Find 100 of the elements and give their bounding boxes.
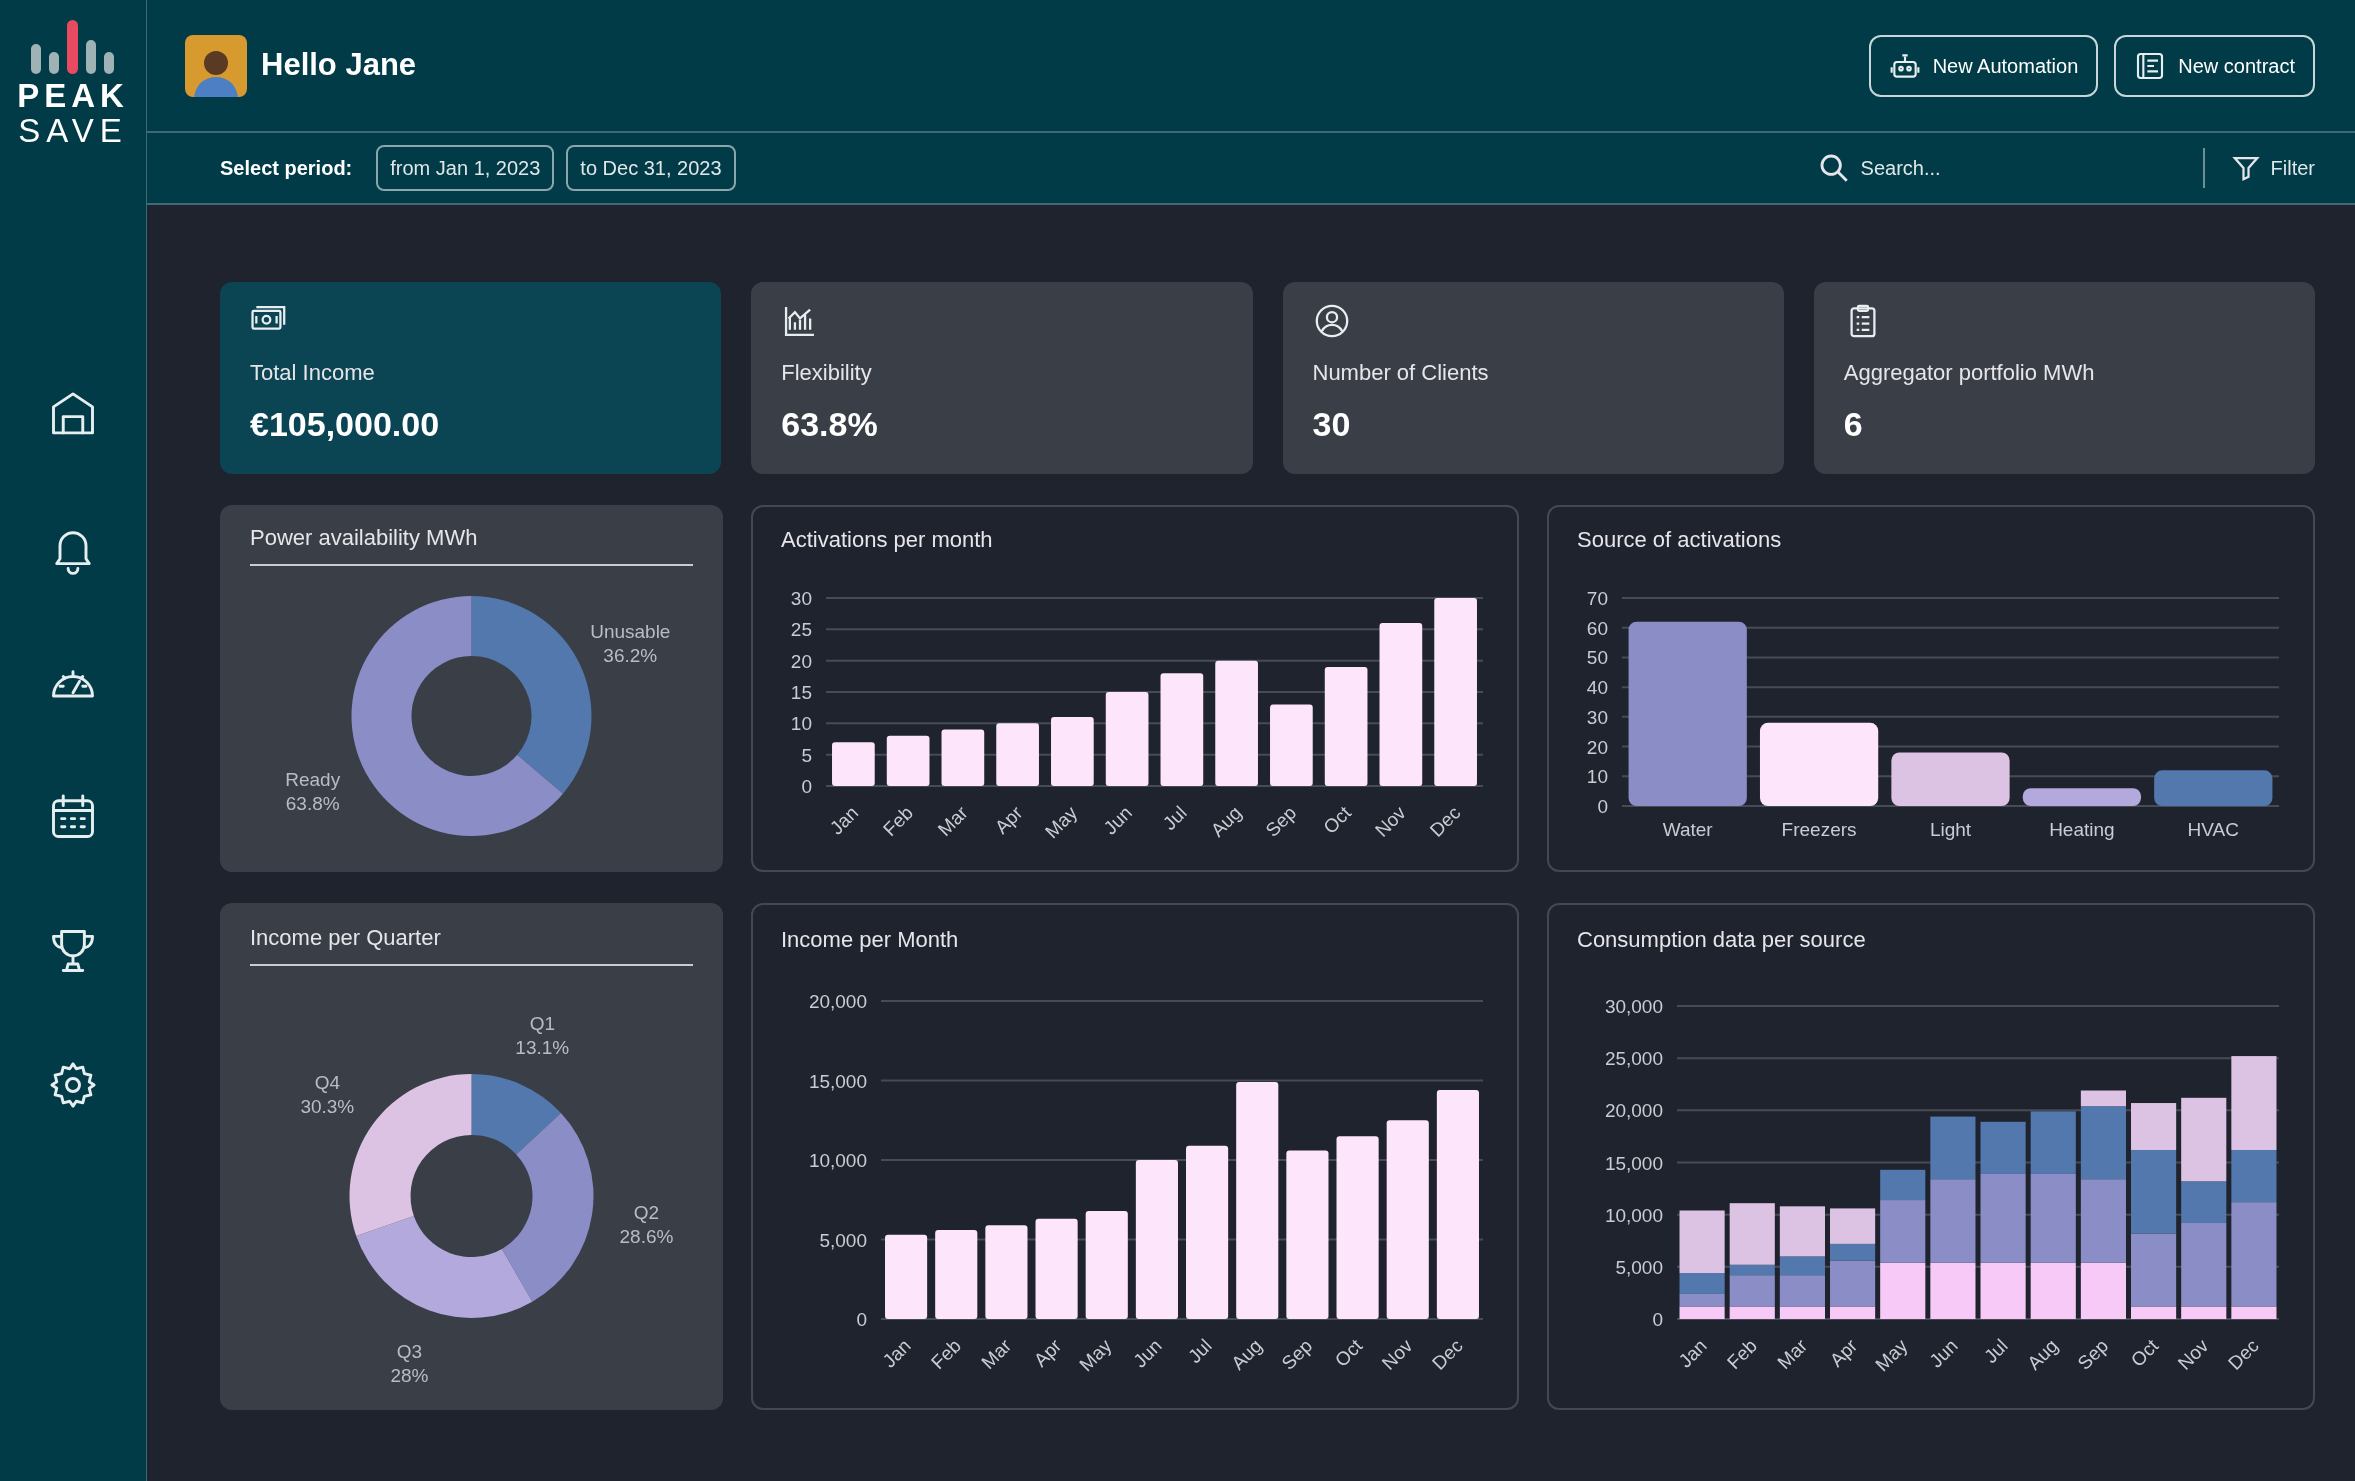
axis-label: 70 [1586,588,1608,609]
avatar [185,34,247,97]
new-contract-button[interactable]: New contract [2114,34,2315,97]
axis-label: 10,000 [1604,1204,1663,1226]
axis-label: 30,000 [1604,996,1663,1017]
axis-label: Dec [1428,1335,1467,1374]
kpi-label: Number of Clients [1312,359,1489,387]
axis-label: 5 [801,744,812,766]
axis-label: 60 [1586,617,1608,639]
axis-label: 0 [1652,1309,1663,1330]
new-automation-button[interactable]: New Automation [1868,34,2099,97]
slice-label: Q2 [633,1201,660,1223]
greeting: Hello Jane [261,46,417,85]
kpi-value: 30 [1312,404,1351,445]
axis-label: 25,000 [1604,1048,1663,1070]
axis-label: May [1075,1335,1116,1376]
axis-label: Jul [1183,1335,1216,1367]
kpi-label: Total Income [250,359,375,387]
axis-label: Feb [927,1335,966,1373]
axis-label: Dec [1425,802,1465,841]
axis-label: 15 [790,682,812,703]
chart-title: Consumption data per source [1577,926,1867,954]
slice-label: Ready [285,768,341,790]
axis-label: 10 [1586,766,1608,788]
bar [886,735,930,786]
axis-label: Jun [1925,1335,1962,1372]
brand-name: PEAK [17,78,129,114]
axis-label: Water [1662,819,1713,840]
bar-segment [1679,1306,1725,1319]
axis-label: Feb [878,802,917,840]
axis-label: 10 [790,713,812,735]
period-label: Select period: [220,156,353,181]
bar-segment [1880,1262,1926,1319]
axis-label: Jan [825,802,863,839]
slice-value: 28% [390,1364,429,1386]
bar [832,742,875,786]
axis-label: Light [1929,819,1972,840]
axis-label: 5,000 [1615,1256,1663,1278]
bar-segment [2030,1111,2076,1174]
axis-label: Aug [1206,802,1246,841]
axis-label: Jul [1979,1335,2012,1367]
axis-label: 20 [790,650,812,672]
axis-label: 5,000 [819,1229,867,1251]
axis-label: 20,000 [808,991,867,1012]
axis-label: Oct [2126,1335,2163,1371]
kpi-label: Aggregator portfolio MWh [1843,359,2095,387]
axis-label: 40 [1586,677,1608,699]
date-to-field[interactable]: to Dec 31, 2023 [566,145,736,191]
axis-label: Mar [977,1335,1016,1373]
axis-label: Freezers [1781,819,1857,840]
search-field[interactable]: Search... [1860,153,2121,183]
axis-label: 10,000 [808,1150,867,1171]
axis-label: Sep [1261,802,1301,841]
kpi-value: 63.8% [781,404,878,445]
axis-label: Jan [1674,1335,1711,1372]
slice-value: 28.6% [619,1225,674,1247]
axis-label: 0 [801,776,812,797]
bar [1051,717,1094,786]
axis-label: Jun [1129,1335,1166,1372]
kpi-label: Flexibility [781,359,872,387]
bar-segment [1930,1116,1976,1180]
axis-label: Apr [1825,1335,1862,1371]
axis-label: Apr [990,802,1027,838]
slice-value: 13.1% [515,1036,570,1058]
slice-value: 63.8% [285,792,340,814]
axis-label: May [1871,1335,1912,1376]
axis-label: 15,000 [1604,1152,1663,1174]
axis-label: Aug [1227,1335,1267,1374]
bar [996,723,1039,786]
axis-label: 30 [1586,706,1608,728]
axis-label: Jan [878,1335,915,1372]
axis-label: Heating [2049,819,2115,840]
axis-label: Nov [2173,1335,2213,1374]
date-from-field[interactable]: from Jan 1, 2023 [376,145,555,191]
chart-title: Source of activations [1577,526,1783,554]
axis-label: Dec [2224,1335,2263,1374]
kpi-value: €105,000.00 [250,404,440,445]
slice-value: 36.2% [603,645,658,667]
chart-title: Income per Month [781,926,960,954]
axis-label: Feb [1723,1335,1762,1373]
axis-label: Sep [2073,1335,2113,1374]
filter-button[interactable]: Filter [2230,153,2315,183]
axis-label: 0 [856,1309,867,1330]
axis-label: Mar [1773,1335,1812,1373]
slice-label: Q1 [529,1012,555,1034]
slice-label: Unusable [590,621,671,643]
slice-label: Q4 [314,1072,340,1094]
axis-label: 15,000 [808,1070,867,1092]
axis-label: Sep [1277,1335,1317,1374]
chart-title: Income per Quarter [250,921,693,966]
kpi-value: 6 [1843,404,1863,445]
bar [941,729,985,786]
axis-label: 25 [790,619,812,641]
axis-label: Jul [1158,802,1191,834]
axis-label: Oct [1330,1335,1367,1371]
axis-label: Oct [1319,802,1355,838]
chart-title: Power availability MWh [250,521,693,566]
axis-label: 20 [1586,736,1608,758]
axis-label: 30 [790,588,812,609]
axis-label: HVAC [2187,819,2239,840]
